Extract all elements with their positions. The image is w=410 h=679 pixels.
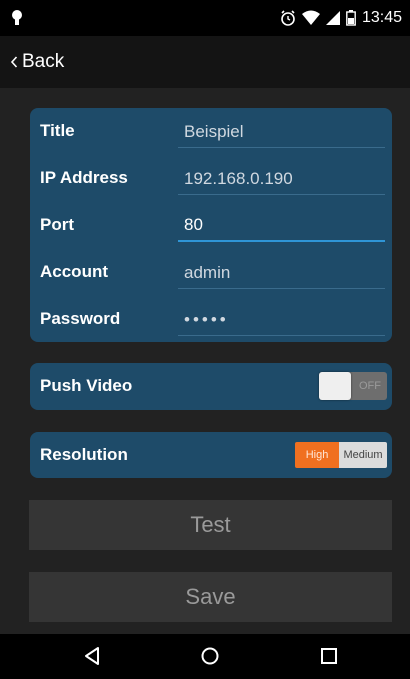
action-bar: Back [0,36,410,88]
title-label: Title [40,121,75,140]
resolution-segmented-control: High Medium [295,442,387,468]
status-time: 13:45 [361,9,402,26]
camera-settings-form: Title IP Address Port Account Password [30,108,392,342]
push-video-toggle[interactable]: OFF [319,372,387,400]
notification-icon [12,10,22,25]
port-field[interactable] [178,210,385,242]
password-row: Password [30,296,392,342]
ip-row: IP Address [30,155,392,201]
port-row: Port [30,202,392,248]
back-button[interactable]: Back [0,36,64,88]
title-row: Title [30,108,392,154]
account-field[interactable] [178,257,385,289]
port-label: Port [40,215,74,234]
home-circle-icon[interactable] [199,645,221,667]
back-label: Back [22,51,65,72]
resolution-medium-option[interactable]: Medium [339,442,387,468]
toggle-state-label: OFF [359,380,381,392]
status-bar: 13:45 [0,0,410,36]
back-triangle-icon[interactable] [82,645,104,667]
resolution-card: Resolution High Medium [30,432,392,478]
recent-apps-square-icon[interactable] [318,645,340,667]
signal-icon [325,11,340,25]
resolution-label: Resolution [40,445,128,464]
push-video-label: Push Video [40,376,133,395]
account-label: Account [40,262,108,281]
toggle-knob [319,372,351,400]
account-row: Account [30,249,392,295]
password-field[interactable] [178,304,385,336]
resolution-high-option[interactable]: High [295,442,339,468]
save-button[interactable]: Save [29,572,392,622]
ip-address-field[interactable] [178,163,385,195]
wifi-icon [301,10,320,25]
push-video-card: Push Video OFF [30,363,392,410]
title-field[interactable] [178,116,385,148]
navigation-bar [0,634,410,679]
password-label: Password [40,309,121,328]
chevron-left-icon [10,56,18,68]
ip-address-label: IP Address [40,168,128,187]
battery-icon [346,10,356,26]
alarm-icon [281,10,295,26]
test-button[interactable]: Test [29,500,392,550]
